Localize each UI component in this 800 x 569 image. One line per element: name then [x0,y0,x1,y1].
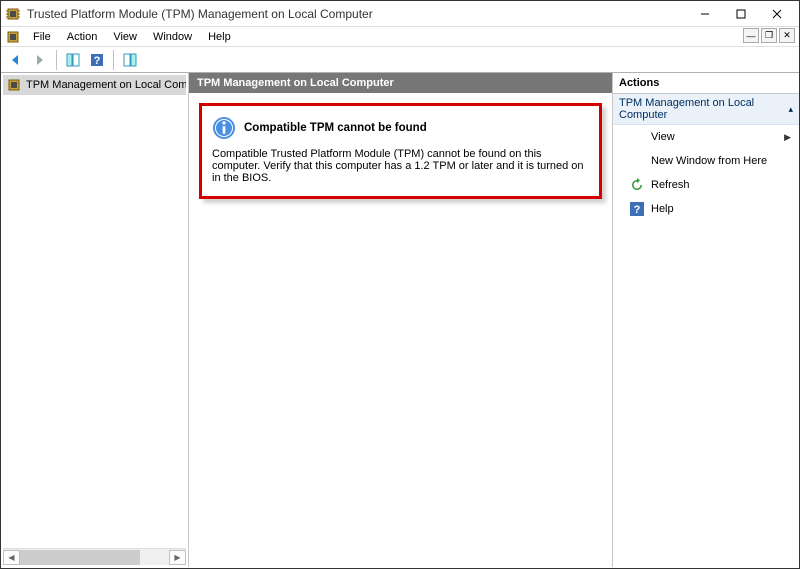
show-hide-console-tree-button[interactable] [62,49,84,71]
tree-item-tpm-management[interactable]: TPM Management on Local Comp [3,75,186,95]
refresh-icon [629,177,645,193]
mdi-close-button[interactable]: ✕ [779,28,795,43]
window-buttons [687,2,795,26]
tpm-chip-icon [5,6,21,22]
toolbar-separator [56,50,57,70]
show-hide-action-pane-button[interactable] [119,49,141,71]
blank-icon [629,153,645,169]
title-bar: Trusted Platform Module (TPM) Management… [1,1,799,27]
action-refresh[interactable]: Refresh [613,173,799,197]
toolbar: ? [1,47,799,73]
tpm-chip-icon [6,77,22,93]
action-label: New Window from Here [651,155,767,167]
info-text: Compatible Trusted Platform Module (TPM)… [212,148,589,184]
tree-item-label: TPM Management on Local Comp [26,79,186,91]
chevron-right-icon: ▶ [784,132,791,143]
menu-file[interactable]: File [25,29,59,45]
info-box-highlight: Compatible TPM cannot be found Compatibl… [199,103,602,199]
menu-window[interactable]: Window [145,29,200,45]
action-label: Help [651,203,674,215]
center-pane-header: TPM Management on Local Computer [189,73,612,93]
blank-icon [629,129,645,145]
console-tree: TPM Management on Local Comp ◀ ▶ [1,73,189,567]
window-title: Trusted Platform Module (TPM) Management… [27,7,687,21]
scroll-left-icon[interactable]: ◀ [3,550,20,565]
tpm-chip-icon [5,29,21,45]
forward-button[interactable] [29,49,51,71]
action-view[interactable]: View ▶ [613,125,799,149]
help-icon: ? [629,201,645,217]
menu-bar: File Action View Window Help — ❐ ✕ [1,27,799,47]
action-new-window[interactable]: New Window from Here [613,149,799,173]
collapse-icon: ▴ [788,104,793,115]
action-help[interactable]: ? Help [613,197,799,221]
mdi-minimize-button[interactable]: — [743,28,759,43]
maximize-button[interactable] [723,2,759,26]
actions-group-header[interactable]: TPM Management on Local Computer ▴ [613,94,799,125]
info-icon [212,116,236,140]
minimize-button[interactable] [687,2,723,26]
action-label: View [651,131,675,143]
menu-action[interactable]: Action [59,29,106,45]
toolbar-separator [113,50,114,70]
center-pane: TPM Management on Local Computer Compati… [189,73,613,567]
back-button[interactable] [5,49,27,71]
scroll-right-icon[interactable]: ▶ [169,550,186,565]
tree-spacer [3,95,186,548]
help-button[interactable]: ? [86,49,108,71]
action-label: Refresh [651,179,690,191]
mdi-restore-button[interactable]: ❐ [761,28,777,43]
actions-pane-title: Actions [613,73,799,94]
actions-pane: Actions TPM Management on Local Computer… [613,73,799,567]
svg-text:?: ? [94,55,101,67]
menu-help[interactable]: Help [200,29,239,45]
center-pane-body: Compatible TPM cannot be found Compatibl… [189,93,612,567]
workspace: TPM Management on Local Comp ◀ ▶ TPM Man… [1,73,799,567]
scroll-track[interactable] [20,550,169,565]
close-button[interactable] [759,2,795,26]
scroll-thumb[interactable] [20,550,140,565]
info-title: Compatible TPM cannot be found [244,122,427,134]
actions-group-title: TPM Management on Local Computer [619,97,788,121]
tree-horizontal-scrollbar[interactable]: ◀ ▶ [3,548,186,565]
svg-text:?: ? [634,204,641,216]
menu-view[interactable]: View [105,29,145,45]
